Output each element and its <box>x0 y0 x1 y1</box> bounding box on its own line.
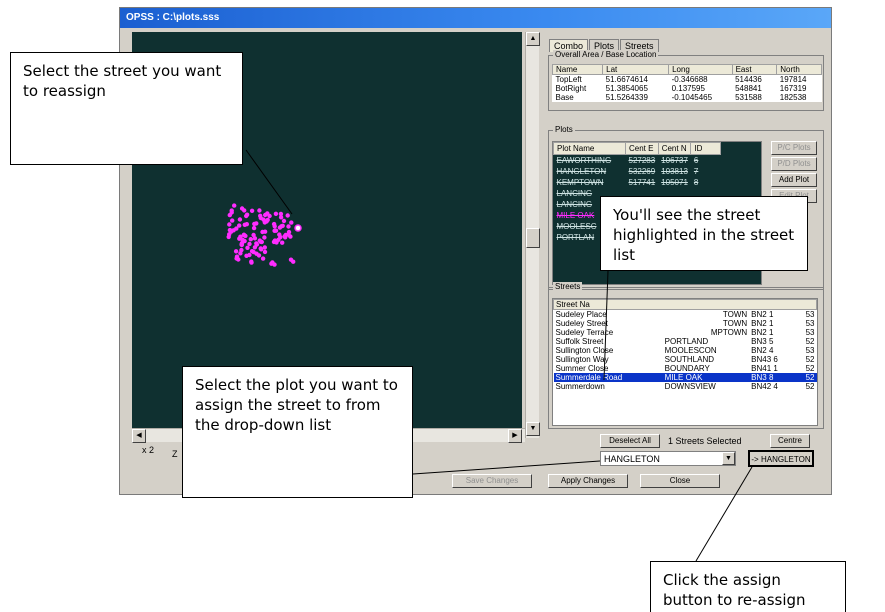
callout-lines <box>245 149 753 562</box>
